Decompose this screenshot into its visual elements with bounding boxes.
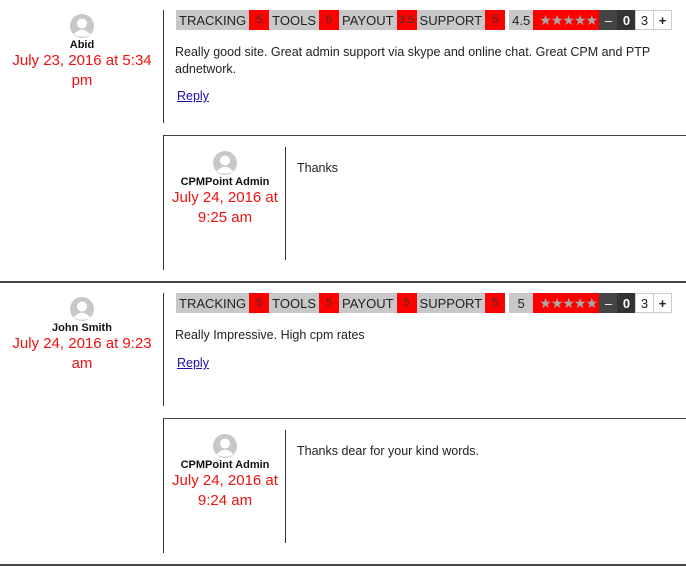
rating-average: 4.5 <box>509 10 534 30</box>
rating-label-support: SUPPORT <box>416 10 486 30</box>
rating-average: 5 <box>509 293 534 313</box>
comment-text: Really good site. Great admin support vi… <box>175 45 651 76</box>
comment-date[interactable]: July 24, 2016 at 9:23 am <box>0 334 164 374</box>
vote-down-button[interactable]: – <box>599 10 618 30</box>
author-name[interactable]: CPMPoint Admin <box>164 459 286 471</box>
author-name[interactable]: John Smith <box>0 322 164 334</box>
vote-widget: – 0 3 + <box>599 10 672 30</box>
user-avatar-icon <box>70 297 94 321</box>
rating-value-support: 5 <box>485 10 506 30</box>
comment-author-block: Abid July 23, 2016 at 5:34 pm <box>0 14 164 91</box>
rating-value-tracking: 5 <box>249 293 270 313</box>
reply-box-border <box>163 135 686 136</box>
comment-separator <box>0 281 686 283</box>
divider <box>163 10 164 123</box>
rating-value-tracking: 5 <box>249 10 270 30</box>
star-rating-icon: ★★★★★ <box>533 293 604 313</box>
rating-label-payout: PAYOUT <box>339 10 397 30</box>
vote-up-button[interactable]: + <box>653 10 672 30</box>
divider <box>163 293 164 406</box>
reply-box-border <box>163 418 686 419</box>
rating-bar: TRACKING 5 TOOLS 5 PAYOUT 5 SUPPORT 5 5 … <box>176 293 604 313</box>
comment-separator <box>0 564 686 566</box>
reply-link[interactable]: Reply <box>177 356 209 370</box>
rating-label-tracking: TRACKING <box>176 10 250 30</box>
vote-score: 0 <box>617 10 636 30</box>
divider <box>285 430 286 543</box>
rating-label-payout: PAYOUT <box>339 293 397 313</box>
comment-author-block: CPMPoint Admin July 24, 2016 at 9:25 am <box>164 151 286 228</box>
user-avatar-icon <box>213 151 237 175</box>
reply-link[interactable]: Reply <box>177 89 209 103</box>
vote-count: 3 <box>635 10 654 30</box>
vote-down-button[interactable]: – <box>599 293 618 313</box>
user-avatar-icon <box>213 434 237 458</box>
rating-value-tools: 5 <box>319 293 340 313</box>
vote-count: 3 <box>635 293 654 313</box>
comment-text: Thanks dear for your kind words. <box>297 444 480 458</box>
rating-label-tracking: TRACKING <box>176 293 250 313</box>
comment-date[interactable]: July 24, 2016 at 9:25 am <box>164 188 286 228</box>
avatar <box>70 14 94 38</box>
comment-author-block: CPMPoint Admin July 24, 2016 at 9:24 am <box>164 434 286 511</box>
vote-score: 0 <box>617 293 636 313</box>
comment-date[interactable]: July 24, 2016 at 9:24 am <box>164 471 286 511</box>
author-name[interactable]: CPMPoint Admin <box>164 176 286 188</box>
comment-text: Thanks <box>297 161 338 175</box>
user-avatar-icon <box>70 14 94 38</box>
rating-label-support: SUPPORT <box>416 293 486 313</box>
rating-bar: TRACKING 5 TOOLS 5 PAYOUT 3.5 SUPPORT 5 … <box>176 10 604 30</box>
author-name[interactable]: Abid <box>0 39 164 51</box>
vote-up-button[interactable]: + <box>653 293 672 313</box>
rating-value-payout: 5 <box>396 293 417 313</box>
vote-widget: – 0 3 + <box>599 293 672 313</box>
comment-text: Really Impressive. High cpm rates <box>175 328 365 342</box>
star-rating-icon: ★★★★★ <box>533 10 604 30</box>
rating-value-support: 5 <box>485 293 506 313</box>
comment-author-block: John Smith July 24, 2016 at 9:23 am <box>0 297 164 374</box>
rating-label-tools: TOOLS <box>269 10 320 30</box>
avatar <box>70 297 94 321</box>
avatar <box>213 434 237 458</box>
rating-value-tools: 5 <box>319 10 340 30</box>
avatar <box>213 151 237 175</box>
rating-label-tools: TOOLS <box>269 293 320 313</box>
divider <box>285 147 286 260</box>
rating-value-payout: 3.5 <box>396 10 417 30</box>
comment-date[interactable]: July 23, 2016 at 5:34 pm <box>0 51 164 91</box>
